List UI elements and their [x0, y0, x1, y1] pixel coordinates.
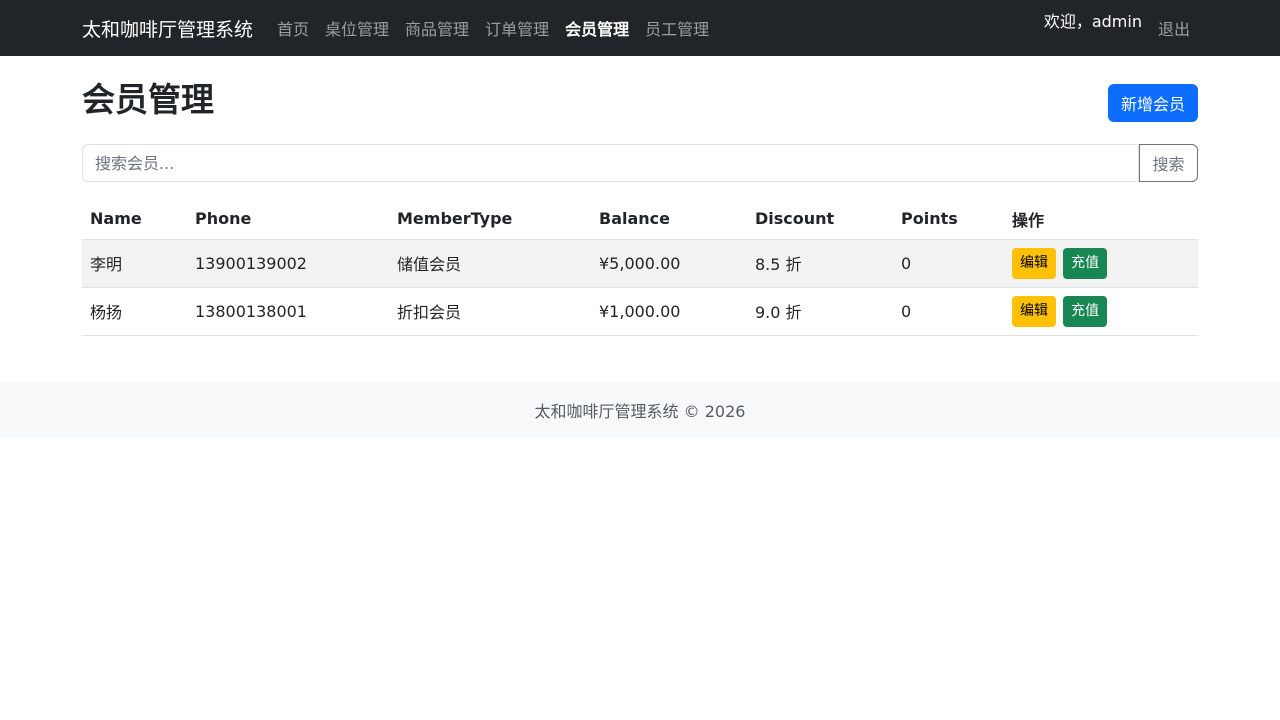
table-row: 杨扬 13800138001 折扣会员 ¥1,000.00 9.0 折 0 编辑…: [82, 287, 1198, 336]
logout-link[interactable]: 退出: [1158, 16, 1198, 40]
footer-text: 太和咖啡厅管理系统 © 2026: [534, 402, 746, 421]
welcome-text: 欢迎，admin: [1043, 12, 1142, 31]
page-header: 会员管理 新增会员: [82, 80, 1198, 122]
page-footer: 太和咖啡厅管理系统 © 2026: [0, 382, 1280, 438]
brand-title[interactable]: 太和咖啡厅管理系统: [82, 15, 253, 42]
cell-points: 0: [893, 239, 1004, 288]
cell-actions: 编辑 充值: [1004, 239, 1198, 288]
cell-phone: 13900139002: [187, 239, 389, 288]
nav-link-tables[interactable]: 桌位管理: [317, 16, 397, 40]
recharge-member-button[interactable]: 充值: [1063, 247, 1108, 279]
cell-member-type: 折扣会员: [389, 287, 591, 336]
header-phone: Phone: [187, 199, 389, 240]
cell-points: 0: [893, 287, 1004, 336]
edit-member-button[interactable]: 编辑: [1012, 247, 1056, 279]
cell-name: 李明: [82, 239, 187, 288]
header-discount: Discount: [747, 199, 893, 240]
add-member-button[interactable]: 新增会员: [1107, 84, 1198, 122]
page-title: 会员管理: [82, 80, 214, 119]
cell-member-type: 储值会员: [389, 239, 591, 288]
header-actions: 操作: [1004, 199, 1198, 240]
members-table: Name Phone MemberType Balance Discount P…: [82, 199, 1198, 336]
cell-balance: ¥1,000.00: [591, 287, 747, 336]
nav-link-members[interactable]: 会员管理: [557, 16, 637, 40]
main-content: 会员管理 新增会员 搜索 Name Phone MemberType Balan…: [82, 56, 1198, 336]
nav-user-area: 欢迎，admin 退出: [1044, 0, 1198, 56]
cell-name: 杨扬: [82, 287, 187, 336]
search-input[interactable]: [82, 144, 1139, 182]
table-header-row: Name Phone MemberType Balance Discount P…: [82, 199, 1198, 240]
nav-link-orders[interactable]: 订单管理: [477, 16, 557, 40]
nav-link-staff[interactable]: 员工管理: [637, 16, 717, 40]
table-row: 李明 13900139002 储值会员 ¥5,000.00 8.5 折 0 编辑…: [82, 239, 1198, 288]
nav-link-home[interactable]: 首页: [269, 16, 317, 40]
cell-phone: 13800138001: [187, 287, 389, 336]
header-points: Points: [893, 199, 1004, 240]
cell-balance: ¥5,000.00: [591, 239, 747, 288]
header-balance: Balance: [591, 199, 747, 240]
search-bar: 搜索: [82, 144, 1198, 182]
header-name: Name: [82, 199, 187, 240]
search-button[interactable]: 搜索: [1139, 144, 1198, 182]
header-member-type: MemberType: [389, 199, 591, 240]
nav-link-products[interactable]: 商品管理: [397, 16, 477, 40]
edit-member-button[interactable]: 编辑: [1012, 295, 1056, 327]
cell-discount: 9.0 折: [747, 287, 893, 336]
cell-discount: 8.5 折: [747, 239, 893, 288]
navbar-inner: 太和咖啡厅管理系统 首页 桌位管理 商品管理 订单管理 会员管理 员工管理 欢迎…: [82, 0, 1198, 56]
top-navbar: 太和咖啡厅管理系统 首页 桌位管理 商品管理 订单管理 会员管理 员工管理 欢迎…: [0, 0, 1280, 56]
nav-links: 首页 桌位管理 商品管理 订单管理 会员管理 员工管理: [269, 16, 717, 40]
cell-actions: 编辑 充值: [1004, 287, 1198, 336]
recharge-member-button[interactable]: 充值: [1063, 295, 1108, 327]
